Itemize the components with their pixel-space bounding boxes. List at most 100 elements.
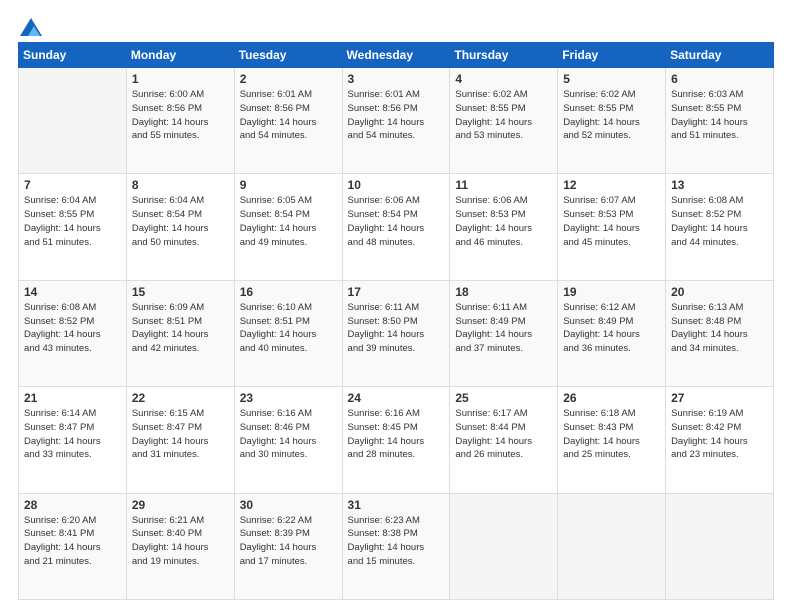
calendar-header-monday: Monday xyxy=(126,43,234,68)
day-number: 2 xyxy=(240,72,337,86)
day-number: 18 xyxy=(455,285,552,299)
day-number: 9 xyxy=(240,178,337,192)
calendar-cell: 24 Sunrise: 6:16 AM Sunset: 8:45 PM Dayli… xyxy=(342,387,450,493)
calendar-cell: 23 Sunrise: 6:16 AM Sunset: 8:46 PM Dayli… xyxy=(234,387,342,493)
day-number: 27 xyxy=(671,391,768,405)
day-number: 17 xyxy=(348,285,445,299)
day-info: Sunrise: 6:06 AM Sunset: 8:53 PM Dayligh… xyxy=(455,194,552,249)
calendar-header-thursday: Thursday xyxy=(450,43,558,68)
calendar-cell: 18Sunrise: 6:11 AM Sunset: 8:49 PM Dayli… xyxy=(450,280,558,386)
calendar-cell: 20Sunrise: 6:13 AM Sunset: 8:48 PM Dayli… xyxy=(666,280,774,386)
day-number: 7 xyxy=(24,178,121,192)
page: SundayMondayTuesdayWednesdayThursdayFrid… xyxy=(0,0,792,612)
calendar-cell: 29Sunrise: 6:21 AM Sunset: 8:40 PM Dayli… xyxy=(126,493,234,599)
calendar-cell: 28 Sunrise: 6:20 AM Sunset: 8:41 PM Dayli… xyxy=(19,493,127,599)
calendar-week-3: 14 Sunrise: 6:08 AM Sunset: 8:52 PM Dayli… xyxy=(19,280,774,386)
calendar-cell: 6 Sunrise: 6:03 AM Sunset: 8:55 PM Daylig… xyxy=(666,68,774,174)
day-info: Sunrise: 6:06 AM Sunset: 8:54 PM Dayligh… xyxy=(348,194,445,249)
calendar-header-wednesday: Wednesday xyxy=(342,43,450,68)
calendar-cell: 8 Sunrise: 6:04 AM Sunset: 8:54 PM Daylig… xyxy=(126,174,234,280)
logo-icon xyxy=(20,18,42,36)
day-info: Sunrise: 6:03 AM Sunset: 8:55 PM Dayligh… xyxy=(671,88,768,143)
day-info: Sunrise: 6:09 AM Sunset: 8:51 PM Dayligh… xyxy=(132,301,229,356)
day-info: Sunrise: 6:12 AM Sunset: 8:49 PM Dayligh… xyxy=(563,301,660,356)
calendar-week-5: 28 Sunrise: 6:20 AM Sunset: 8:41 PM Dayli… xyxy=(19,493,774,599)
day-info: Sunrise: 6:16 AM Sunset: 8:45 PM Dayligh… xyxy=(348,407,445,462)
logo xyxy=(18,18,42,32)
day-number: 13 xyxy=(671,178,768,192)
day-info: Sunrise: 6:16 AM Sunset: 8:46 PM Dayligh… xyxy=(240,407,337,462)
calendar-cell: 21Sunrise: 6:14 AM Sunset: 8:47 PM Dayli… xyxy=(19,387,127,493)
day-number: 20 xyxy=(671,285,768,299)
day-info: Sunrise: 6:23 AM Sunset: 8:38 PM Dayligh… xyxy=(348,514,445,569)
day-number: 6 xyxy=(671,72,768,86)
day-number: 24 xyxy=(348,391,445,405)
day-info: Sunrise: 6:15 AM Sunset: 8:47 PM Dayligh… xyxy=(132,407,229,462)
day-number: 22 xyxy=(132,391,229,405)
day-number: 31 xyxy=(348,498,445,512)
calendar-cell: 17 Sunrise: 6:11 AM Sunset: 8:50 PM Dayli… xyxy=(342,280,450,386)
day-number: 11 xyxy=(455,178,552,192)
calendar-cell xyxy=(19,68,127,174)
day-number: 14 xyxy=(24,285,121,299)
day-info: Sunrise: 6:04 AM Sunset: 8:55 PM Dayligh… xyxy=(24,194,121,249)
day-number: 15 xyxy=(132,285,229,299)
day-number: 4 xyxy=(455,72,552,86)
calendar-cell: 19 Sunrise: 6:12 AM Sunset: 8:49 PM Dayli… xyxy=(558,280,666,386)
day-info: Sunrise: 6:02 AM Sunset: 8:55 PM Dayligh… xyxy=(455,88,552,143)
day-info: Sunrise: 6:11 AM Sunset: 8:50 PM Dayligh… xyxy=(348,301,445,356)
day-number: 8 xyxy=(132,178,229,192)
day-number: 23 xyxy=(240,391,337,405)
calendar-week-1: 1 Sunrise: 6:00 AM Sunset: 8:56 PM Daylig… xyxy=(19,68,774,174)
day-number: 25 xyxy=(455,391,552,405)
day-number: 28 xyxy=(24,498,121,512)
day-number: 1 xyxy=(132,72,229,86)
day-info: Sunrise: 6:14 AM Sunset: 8:47 PM Dayligh… xyxy=(24,407,121,462)
day-number: 19 xyxy=(563,285,660,299)
calendar-cell: 4 Sunrise: 6:02 AM Sunset: 8:55 PM Daylig… xyxy=(450,68,558,174)
day-number: 10 xyxy=(348,178,445,192)
day-info: Sunrise: 6:19 AM Sunset: 8:42 PM Dayligh… xyxy=(671,407,768,462)
calendar-cell: 26Sunrise: 6:18 AM Sunset: 8:43 PM Dayli… xyxy=(558,387,666,493)
calendar-cell: 7 Sunrise: 6:04 AM Sunset: 8:55 PM Daylig… xyxy=(19,174,127,280)
day-info: Sunrise: 6:08 AM Sunset: 8:52 PM Dayligh… xyxy=(671,194,768,249)
calendar-header-row: SundayMondayTuesdayWednesdayThursdayFrid… xyxy=(19,43,774,68)
calendar-cell: 12Sunrise: 6:07 AM Sunset: 8:53 PM Dayli… xyxy=(558,174,666,280)
calendar-cell: 9 Sunrise: 6:05 AM Sunset: 8:54 PM Daylig… xyxy=(234,174,342,280)
day-number: 16 xyxy=(240,285,337,299)
day-number: 30 xyxy=(240,498,337,512)
day-number: 5 xyxy=(563,72,660,86)
calendar-cell: 27 Sunrise: 6:19 AM Sunset: 8:42 PM Dayli… xyxy=(666,387,774,493)
day-number: 3 xyxy=(348,72,445,86)
calendar-cell: 15 Sunrise: 6:09 AM Sunset: 8:51 PM Dayli… xyxy=(126,280,234,386)
day-info: Sunrise: 6:04 AM Sunset: 8:54 PM Dayligh… xyxy=(132,194,229,249)
day-number: 12 xyxy=(563,178,660,192)
calendar-cell: 3 Sunrise: 6:01 AM Sunset: 8:56 PM Daylig… xyxy=(342,68,450,174)
header xyxy=(18,18,774,32)
calendar-cell: 31 Sunrise: 6:23 AM Sunset: 8:38 PM Dayli… xyxy=(342,493,450,599)
calendar-header-saturday: Saturday xyxy=(666,43,774,68)
calendar-cell: 30 Sunrise: 6:22 AM Sunset: 8:39 PM Dayli… xyxy=(234,493,342,599)
day-number: 26 xyxy=(563,391,660,405)
calendar-header-friday: Friday xyxy=(558,43,666,68)
calendar-header-sunday: Sunday xyxy=(19,43,127,68)
calendar-cell: 16Sunrise: 6:10 AM Sunset: 8:51 PM Dayli… xyxy=(234,280,342,386)
day-info: Sunrise: 6:01 AM Sunset: 8:56 PM Dayligh… xyxy=(348,88,445,143)
calendar-header-tuesday: Tuesday xyxy=(234,43,342,68)
calendar-cell: 13 Sunrise: 6:08 AM Sunset: 8:52 PM Dayli… xyxy=(666,174,774,280)
calendar-week-2: 7 Sunrise: 6:04 AM Sunset: 8:55 PM Daylig… xyxy=(19,174,774,280)
day-info: Sunrise: 6:05 AM Sunset: 8:54 PM Dayligh… xyxy=(240,194,337,249)
day-info: Sunrise: 6:17 AM Sunset: 8:44 PM Dayligh… xyxy=(455,407,552,462)
day-info: Sunrise: 6:20 AM Sunset: 8:41 PM Dayligh… xyxy=(24,514,121,569)
day-info: Sunrise: 6:08 AM Sunset: 8:52 PM Dayligh… xyxy=(24,301,121,356)
day-info: Sunrise: 6:00 AM Sunset: 8:56 PM Dayligh… xyxy=(132,88,229,143)
calendar-cell xyxy=(558,493,666,599)
calendar-cell: 5Sunrise: 6:02 AM Sunset: 8:55 PM Daylig… xyxy=(558,68,666,174)
calendar-cell: 22 Sunrise: 6:15 AM Sunset: 8:47 PM Dayli… xyxy=(126,387,234,493)
day-info: Sunrise: 6:01 AM Sunset: 8:56 PM Dayligh… xyxy=(240,88,337,143)
calendar-cell: 11 Sunrise: 6:06 AM Sunset: 8:53 PM Dayli… xyxy=(450,174,558,280)
day-info: Sunrise: 6:22 AM Sunset: 8:39 PM Dayligh… xyxy=(240,514,337,569)
day-number: 29 xyxy=(132,498,229,512)
calendar-cell: 2 Sunrise: 6:01 AM Sunset: 8:56 PM Daylig… xyxy=(234,68,342,174)
calendar-week-4: 21Sunrise: 6:14 AM Sunset: 8:47 PM Dayli… xyxy=(19,387,774,493)
